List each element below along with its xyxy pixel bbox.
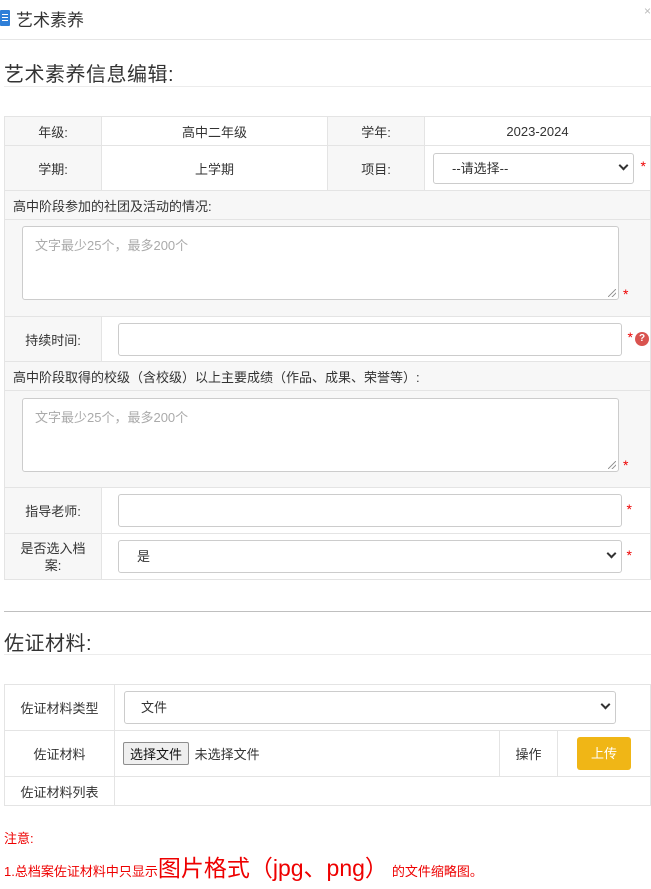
year-value: 2023-2024: [424, 116, 651, 146]
evidence-type-label: 佐证材料类型: [4, 684, 115, 731]
action-label: 操作: [499, 730, 558, 777]
help-icon[interactable]: ?: [635, 332, 649, 346]
achievements-placeholder: 文字最少25个，最多200个: [35, 410, 189, 425]
art-form-table: 年级: 高中二年级 学年: 2023-2024 学期: 上学期 项目: --请选…: [4, 116, 651, 580]
window-title: 艺术素养: [16, 11, 84, 30]
duration-input[interactable]: [118, 322, 622, 356]
chevron-down-icon: [606, 548, 617, 559]
file-picker: 选择文件 未选择文件: [114, 730, 500, 777]
document-icon: [0, 10, 10, 26]
required-mark: *: [640, 158, 646, 174]
note-line-1-emphasis: 图片格式（jpg、png）: [157, 855, 388, 881]
archive-label-line2: 案:: [44, 557, 62, 573]
section-divider: [4, 654, 651, 655]
clubs-textarea[interactable]: 文字最少25个，最多200个: [22, 226, 619, 300]
duration-label: 持续时间:: [4, 316, 102, 362]
teacher-label: 指导老师:: [4, 487, 102, 534]
section-separator: [4, 611, 651, 612]
window-titlebar: 艺术素养 ×: [0, 0, 651, 40]
archive-select-value: 是: [137, 549, 151, 564]
choose-file-button[interactable]: 选择文件: [123, 742, 190, 765]
evidence-table: 佐证材料类型 文件 佐证材料 选择文件 未选择文件 操作 上传 佐证材料列表: [4, 684, 651, 806]
archive-label: 是否选入档 案:: [4, 533, 102, 580]
close-icon[interactable]: ×: [644, 4, 651, 18]
clubs-placeholder: 文字最少25个，最多200个: [35, 238, 189, 253]
required-mark: *: [626, 547, 632, 563]
note-heading: 注意:: [4, 831, 34, 846]
chevron-down-icon: [618, 160, 629, 170]
clubs-label: 高中阶段参加的社团及活动的情况:: [4, 190, 651, 220]
year-label: 学年:: [327, 116, 425, 146]
evidence-list: [113, 776, 651, 806]
required-mark: *: [623, 457, 629, 473]
resize-grip-icon[interactable]: [608, 289, 616, 297]
archive-label-line1: 是否选入档: [20, 540, 86, 556]
chevron-down-icon: [600, 699, 611, 710]
achievements-textarea[interactable]: 文字最少25个，最多200个: [22, 398, 619, 472]
evidence-file-label: 佐证材料: [4, 730, 115, 777]
note-line-1-suffix: 的文件缩略图。: [391, 864, 483, 879]
required-mark: *: [623, 286, 629, 302]
teacher-input[interactable]: [118, 494, 622, 527]
archive-select[interactable]: 是: [118, 540, 622, 573]
resize-grip-icon[interactable]: [608, 461, 616, 469]
term-label: 学期:: [4, 145, 102, 191]
evidence-list-label: 佐证材料列表: [4, 776, 115, 806]
evidence-type-value: 文件: [141, 700, 168, 715]
item-select[interactable]: --请选择--: [433, 152, 634, 184]
achievements-label: 高中阶段取得的校级（含校级）以上主要成绩（作品、成果、荣誉等）:: [4, 361, 651, 391]
evidence-type-select[interactable]: 文件: [124, 691, 617, 724]
note-line-1-prefix: 1.总档案佐证材料中只显示: [4, 864, 158, 879]
item-label: 项目:: [327, 145, 425, 191]
grade-label: 年级:: [4, 116, 102, 146]
no-file-text: 未选择文件: [194, 747, 260, 762]
grade-value: 高中二年级: [101, 116, 328, 146]
section-title-edit: 艺术素养信息编辑:: [4, 64, 175, 86]
required-mark: *: [626, 501, 632, 517]
note-line-1: 1.总档案佐证材料中只显示图片格式（jpg、png） 的文件缩略图。: [4, 849, 483, 883]
upload-button[interactable]: 上传: [577, 737, 632, 770]
item-select-value: --请选择--: [452, 160, 509, 176]
required-mark: *: [627, 329, 633, 345]
section-title-evidence: 佐证材料:: [4, 633, 93, 655]
term-value: 上学期: [101, 145, 328, 191]
section-divider: [4, 86, 651, 87]
